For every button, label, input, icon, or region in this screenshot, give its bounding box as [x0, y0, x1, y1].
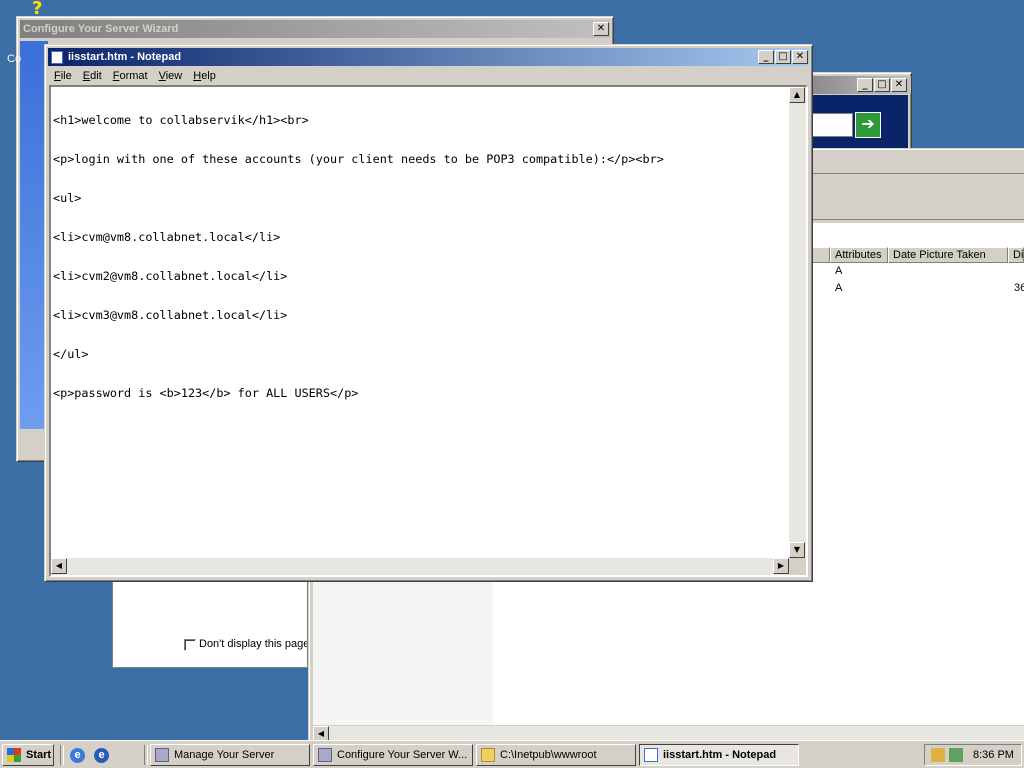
row-attributes: A	[835, 282, 843, 294]
start-button[interactable]: Start	[2, 744, 54, 766]
taskbar: Start e e Manage Your Server Configure Y…	[0, 740, 1024, 768]
menu-bar: File Edit Format View Help	[49, 67, 808, 85]
editor-line: <li>cvm@vm8.collabnet.local</li>	[53, 230, 281, 244]
wizard-title: Configure Your Server Wizard	[23, 23, 179, 35]
maximize-icon[interactable]: □	[775, 50, 791, 64]
column-header-date-picture-taken[interactable]: Date Picture Taken	[888, 247, 1008, 263]
server-icon	[318, 748, 332, 762]
notepad-window: iisstart.htm - Notepad _ □ ✕ File Edit F…	[44, 44, 813, 582]
windows-logo-icon	[7, 748, 21, 762]
scroll-left-icon[interactable]: ◀	[51, 558, 67, 574]
wizard-left-text: Co	[7, 53, 22, 65]
notepad-icon	[644, 748, 658, 762]
editor-line: <p>password is <b>123</b> for ALL USERS<…	[53, 386, 359, 400]
task-configure-wizard[interactable]: Configure Your Server W...	[313, 744, 473, 766]
task-label: Configure Your Server W...	[337, 749, 468, 761]
notepad-icon	[51, 50, 63, 64]
row-attributes: A	[835, 265, 843, 277]
notepad-titlebar[interactable]: iisstart.htm - Notepad	[48, 48, 809, 66]
editor-text-area[interactable]: <h1>welcome to collabservik</h1><br> <p>…	[53, 88, 786, 555]
menu-help[interactable]: Help	[188, 70, 222, 82]
help-desktop-icon[interactable]: ?	[32, 0, 50, 18]
ie-icon[interactable]: e	[70, 748, 85, 763]
row-extra: 36	[1014, 282, 1024, 294]
editor-line: </ul>	[53, 347, 89, 361]
column-header-attributes[interactable]: Attributes	[830, 247, 888, 263]
task-wwwroot-folder[interactable]: C:\Inetpub\wwwroot	[476, 744, 636, 766]
folder-icon	[481, 748, 495, 762]
vertical-scrollbar[interactable]: ▲ ▼	[789, 87, 806, 558]
task-notepad[interactable]: iisstart.htm - Notepad	[639, 744, 799, 766]
clock[interactable]: 8:36 PM	[973, 749, 1014, 761]
menu-format[interactable]: Format	[108, 70, 154, 82]
wizard-lower-panel	[112, 572, 308, 668]
task-label: C:\Inetpub\wwwroot	[500, 749, 597, 761]
editor-line: <ul>	[53, 191, 82, 205]
task-manage-your-server[interactable]: Manage Your Server	[150, 744, 310, 766]
task-label: Manage Your Server	[174, 749, 275, 761]
minimize-icon[interactable]: _	[758, 50, 774, 64]
dont-display-label[interactable]: Don't display this page	[199, 638, 307, 650]
dont-display-checkbox[interactable]	[184, 639, 196, 651]
menu-file[interactable]: File	[49, 70, 78, 82]
text-editor[interactable]: <h1>welcome to collabservik</h1><br> <p>…	[49, 85, 808, 577]
quicklaunch-divider	[144, 745, 148, 765]
column-header-spacer	[810, 247, 830, 263]
wizard-titlebar[interactable]: Configure Your Server Wizard	[20, 20, 610, 38]
server-icon	[155, 748, 169, 762]
quicklaunch-divider	[60, 745, 64, 765]
menu-edit[interactable]: Edit	[78, 70, 108, 82]
close-icon[interactable]: ✕	[792, 50, 808, 64]
task-label: iisstart.htm - Notepad	[663, 749, 777, 761]
minimize-icon[interactable]: _	[857, 78, 873, 92]
scroll-right-icon[interactable]: ▶	[773, 558, 789, 574]
editor-line: <p>login with one of these accounts (you…	[53, 152, 664, 166]
scroll-up-icon[interactable]: ▲	[789, 87, 805, 103]
tray-icon[interactable]	[949, 748, 963, 762]
scroll-down-icon[interactable]: ▼	[789, 542, 805, 558]
tray-icon[interactable]	[931, 748, 945, 762]
maximize-icon[interactable]: □	[874, 78, 890, 92]
close-icon[interactable]: ✕	[593, 22, 609, 36]
close-icon[interactable]: ✕	[891, 78, 907, 92]
menu-view[interactable]: View	[154, 70, 189, 82]
notepad-title: iisstart.htm - Notepad	[68, 51, 182, 63]
address-field[interactable]	[811, 113, 853, 137]
column-header-extra[interactable]: Di	[1008, 247, 1024, 263]
editor-line: <h1>welcome to collabservik</h1><br>	[53, 113, 309, 127]
editor-line: <li>cvm2@vm8.collabnet.local</li>	[53, 269, 288, 283]
horizontal-scrollbar[interactable]: ◀ ▶	[51, 558, 789, 575]
go-arrow-icon[interactable]: ➔	[855, 112, 881, 138]
left-pane	[313, 569, 493, 725]
ie-icon[interactable]: e	[94, 748, 109, 763]
system-tray: 8:36 PM	[924, 744, 1022, 766]
editor-line: <li>cvm3@vm8.collabnet.local</li>	[53, 308, 288, 322]
start-label: Start	[26, 749, 52, 761]
resize-grip-icon[interactable]	[789, 558, 806, 575]
